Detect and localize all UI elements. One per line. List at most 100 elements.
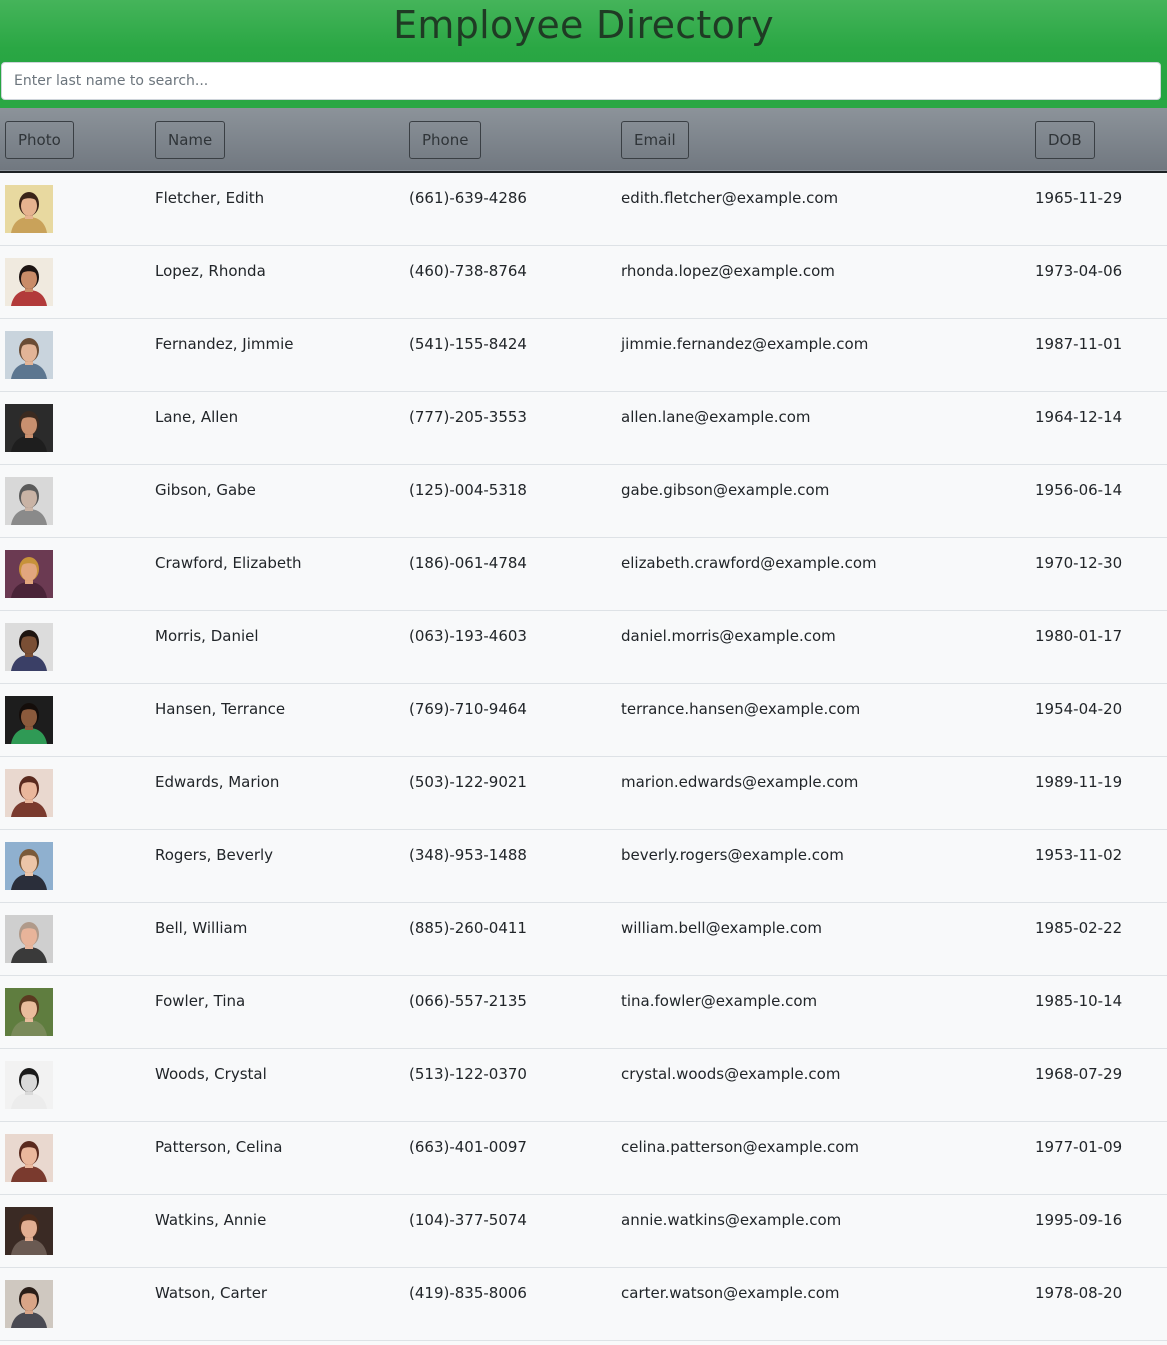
email-cell: jimmie.fernandez@example.com [621,334,869,353]
table-row: Crawford, Elizabeth (186)-061-4784 elizabe… [0,537,1167,610]
photo-cell [0,172,150,245]
email-cell: crystal.woods@example.com [621,1064,841,1083]
phone-cell: (063)-193-4603 [409,626,527,645]
dob-cell: 1954-04-20 [1035,699,1123,718]
dob-cell: 1989-11-19 [1035,772,1123,791]
table-row: Watson, Carter (419)-835-8006 carter.watso… [0,1267,1167,1340]
table-row: Fowler, Tina (066)-557-2135 tina.fowler@ex… [0,975,1167,1048]
email-cell: tina.fowler@example.com [621,991,818,1010]
phone-cell: (661)-639-4286 [409,189,527,207]
search-box[interactable] [1,62,1161,100]
dob-cell: 1980-01-17 [1035,626,1123,645]
phone-cell: (186)-061-4784 [409,553,527,572]
avatar-image [5,330,53,379]
email-cell: allen.lane@example.com [621,407,811,426]
avatar [5,185,53,233]
email-cell: beverly.rogers@example.com [621,845,844,864]
table-header-row: Photo Name Phone Email DOB [0,108,1167,172]
email-cell: celina.patterson@example.com [621,1137,860,1156]
name-cell: Lopez, Rhonda [155,261,266,280]
photo-cell [0,245,150,318]
avatar-image [5,1279,53,1328]
photo-cell [0,610,150,683]
name-cell: Fernandez, Jimmie [155,334,294,353]
name-cell: Fletcher, Edith [155,189,265,207]
photo-cell [0,464,150,537]
dob-cell: 1985-02-22 [1035,918,1123,937]
photo-cell [0,1267,150,1340]
dob-cell: 1965-11-29 [1035,189,1123,207]
table-row: Lane, Allen (777)-205-3553 allen.lane@exam… [0,391,1167,464]
email-cell: marion.edwards@example.com [621,772,859,791]
avatar [5,1279,53,1328]
name-cell: Edwards, Marion [155,772,280,791]
phone-cell: (066)-557-2135 [409,991,527,1010]
avatar [5,403,53,452]
name-cell: Crawford, Elizabeth [155,553,302,572]
column-photo: Photo [0,108,150,172]
phone-cell: (777)-205-3553 [409,407,527,426]
name-cell: Watkins, Annie [155,1210,267,1229]
email-cell: rhonda.lopez@example.com [621,261,835,280]
sort-dob-button[interactable]: DOB [1035,120,1095,159]
column-name: Name [150,108,404,172]
dob-cell: 1968-07-29 [1035,1064,1123,1083]
phone-cell: (104)-377-5074 [409,1210,527,1229]
avatar-image [5,476,53,525]
app-header: Employee Directory [0,0,1167,108]
dob-cell: 1985-10-14 [1035,991,1123,1010]
email-cell: terrance.hansen@example.com [621,699,861,718]
avatar [5,987,53,1036]
avatar-image [5,841,53,890]
table-row: Hansen, Terrance (769)-710-9464 terrance.h… [0,683,1167,756]
avatar [5,257,53,306]
table-row: Gibson, Gabe (125)-004-5318 gabe.gibson@ex… [0,464,1167,537]
page-title: Employee Directory [393,3,774,47]
avatar [5,476,53,525]
name-cell: Patterson, Celina [155,1137,283,1156]
avatar [5,914,53,963]
phone-cell: (885)-260-0411 [409,918,527,937]
sort-name-button[interactable]: Name [155,120,226,159]
avatar [5,549,53,598]
email-cell: gabe.gibson@example.com [621,480,830,499]
avatar-image [5,257,53,306]
photo-cell [0,1121,150,1194]
photo-cell [0,391,150,464]
avatar-image [5,1206,53,1255]
avatar [5,1206,53,1255]
avatar-image [5,1133,53,1182]
employee-table: Photo Name Phone Email DOB Fletcher, Edi… [0,108,1167,1341]
name-cell: Hansen, Terrance [155,699,286,718]
dob-cell: 1987-11-01 [1035,334,1123,353]
phone-cell: (503)-122-9021 [409,772,527,791]
sort-email-button[interactable]: Email [621,120,689,159]
table-row: Fernandez, Jimmie (541)-155-8424 jimmie.fe… [0,318,1167,391]
avatar-image [5,987,53,1036]
photo-cell [0,902,150,975]
avatar [5,330,53,379]
column-dob: DOB [1030,108,1167,172]
table-row: Lopez, Rhonda (460)-738-8764 rhonda.lopez@… [0,245,1167,318]
phone-cell: (541)-155-8424 [409,334,527,353]
avatar-image [5,1060,53,1109]
dob-cell: 1956-06-14 [1035,480,1123,499]
photo-cell [0,756,150,829]
name-cell: Rogers, Beverly [155,845,274,864]
table-body: Fletcher, Edith (661)-639-4286 edith.fletc… [0,172,1167,1340]
header-divider [0,100,1167,108]
avatar-image [5,768,53,817]
email-cell: william.bell@example.com [621,918,822,937]
sort-phone-button[interactable]: Phone [409,120,482,159]
avatar [5,695,53,744]
table-row: Patterson, Celina (663)-401-0097 celina.pa… [0,1121,1167,1194]
phone-cell: (419)-835-8006 [409,1283,527,1302]
photo-cell [0,1048,150,1121]
phone-cell: (513)-122-0370 [409,1064,527,1083]
column-phone: Phone [404,108,616,172]
search-input[interactable] [2,63,1160,99]
dob-cell: 1964-12-14 [1035,407,1123,426]
sort-photo-button[interactable]: Photo [5,120,74,159]
email-cell: elizabeth.crawford@example.com [621,553,877,572]
table-row: Bell, William (885)-260-0411 william.bell@… [0,902,1167,975]
